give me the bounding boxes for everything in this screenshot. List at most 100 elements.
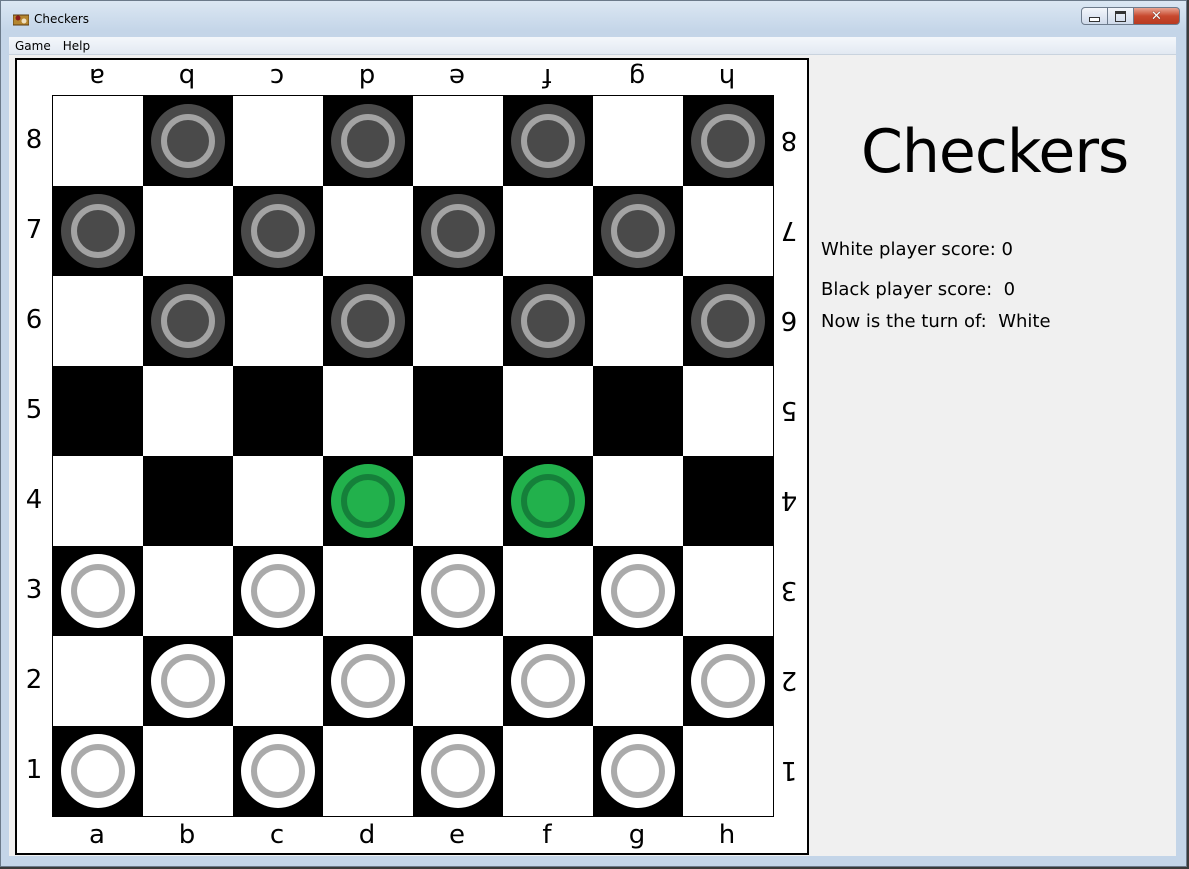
board-square-h8[interactable]	[683, 96, 773, 186]
black-checker-piece[interactable]	[241, 194, 315, 268]
board-square-a6[interactable]	[53, 276, 143, 366]
white-checker-piece[interactable]	[421, 554, 495, 628]
board-square-a1[interactable]	[53, 726, 143, 816]
board-square-e2[interactable]	[413, 636, 503, 726]
board-square-a5[interactable]	[53, 366, 143, 456]
board-square-h6[interactable]	[683, 276, 773, 366]
file-label-bottom: d	[358, 820, 376, 850]
board-square-f4[interactable]	[503, 456, 593, 546]
board-square-a3[interactable]	[53, 546, 143, 636]
board-square-f2[interactable]	[503, 636, 593, 726]
board-square-e3[interactable]	[413, 546, 503, 636]
black-checker-piece[interactable]	[421, 194, 495, 268]
board-square-c6[interactable]	[233, 276, 323, 366]
title-bar[interactable]: Checkers ✕	[1, 1, 1186, 37]
board-square-d3[interactable]	[323, 546, 413, 636]
black-checker-piece[interactable]	[331, 284, 405, 358]
board-square-e1[interactable]	[413, 726, 503, 816]
board-square-g7[interactable]	[593, 186, 683, 276]
board-square-h1[interactable]	[683, 726, 773, 816]
white-checker-piece[interactable]	[601, 554, 675, 628]
black-checker-piece[interactable]	[511, 104, 585, 178]
board-square-a4[interactable]	[53, 456, 143, 546]
board-square-f8[interactable]	[503, 96, 593, 186]
board-square-f1[interactable]	[503, 726, 593, 816]
board-square-b6[interactable]	[143, 276, 233, 366]
black-checker-piece[interactable]	[511, 284, 585, 358]
white-checker-piece[interactable]	[61, 554, 135, 628]
board-square-a2[interactable]	[53, 636, 143, 726]
board-square-e4[interactable]	[413, 456, 503, 546]
board-square-c7[interactable]	[233, 186, 323, 276]
black-checker-piece[interactable]	[151, 104, 225, 178]
board-square-g2[interactable]	[593, 636, 683, 726]
board-square-h7[interactable]	[683, 186, 773, 276]
menu-game[interactable]: Game	[9, 39, 57, 53]
board-square-b2[interactable]	[143, 636, 233, 726]
white-checker-piece[interactable]	[511, 644, 585, 718]
board-square-g1[interactable]	[593, 726, 683, 816]
board-square-f7[interactable]	[503, 186, 593, 276]
white-checker-piece[interactable]	[241, 734, 315, 808]
board-square-b4[interactable]	[143, 456, 233, 546]
black-checker-piece[interactable]	[691, 284, 765, 358]
board-square-g8[interactable]	[593, 96, 683, 186]
board-square-b7[interactable]	[143, 186, 233, 276]
white-checker-piece[interactable]	[151, 644, 225, 718]
board-square-c8[interactable]	[233, 96, 323, 186]
board-square-c1[interactable]	[233, 726, 323, 816]
board-square-d8[interactable]	[323, 96, 413, 186]
board-square-h2[interactable]	[683, 636, 773, 726]
minimize-button[interactable]	[1081, 7, 1108, 25]
black-checker-piece[interactable]	[601, 194, 675, 268]
move-target-marker[interactable]	[331, 464, 405, 538]
board-square-h3[interactable]	[683, 546, 773, 636]
white-checker-piece[interactable]	[61, 734, 135, 808]
board-square-d5[interactable]	[323, 366, 413, 456]
white-checker-piece[interactable]	[601, 734, 675, 808]
menu-help[interactable]: Help	[57, 39, 96, 53]
board-square-e7[interactable]	[413, 186, 503, 276]
board-square-g6[interactable]	[593, 276, 683, 366]
board-square-h5[interactable]	[683, 366, 773, 456]
board-square-c4[interactable]	[233, 456, 323, 546]
board-square-b5[interactable]	[143, 366, 233, 456]
board-square-c3[interactable]	[233, 546, 323, 636]
board-square-c2[interactable]	[233, 636, 323, 726]
board-square-e8[interactable]	[413, 96, 503, 186]
white-checker-piece[interactable]	[241, 554, 315, 628]
board-square-d6[interactable]	[323, 276, 413, 366]
black-checker-piece[interactable]	[61, 194, 135, 268]
black-checker-piece[interactable]	[151, 284, 225, 358]
board-square-f3[interactable]	[503, 546, 593, 636]
board-square-c5[interactable]	[233, 366, 323, 456]
board-square-d4[interactable]	[323, 456, 413, 546]
board-square-b1[interactable]	[143, 726, 233, 816]
board-square-h4[interactable]	[683, 456, 773, 546]
maximize-button[interactable]	[1108, 7, 1134, 25]
file-label-top: a	[89, 62, 105, 92]
board-square-d7[interactable]	[323, 186, 413, 276]
board-square-e5[interactable]	[413, 366, 503, 456]
board-square-g4[interactable]	[593, 456, 683, 546]
board-square-d2[interactable]	[323, 636, 413, 726]
board-square-f6[interactable]	[503, 276, 593, 366]
board-square-g5[interactable]	[593, 366, 683, 456]
close-button[interactable]: ✕	[1134, 7, 1180, 25]
board-square-b8[interactable]	[143, 96, 233, 186]
rank-label-right: 7	[780, 215, 798, 245]
black-checker-piece[interactable]	[691, 104, 765, 178]
black-checker-piece[interactable]	[331, 104, 405, 178]
white-score-value: 0	[1001, 239, 1013, 260]
white-checker-piece[interactable]	[331, 644, 405, 718]
board-square-a8[interactable]	[53, 96, 143, 186]
board-square-b3[interactable]	[143, 546, 233, 636]
move-target-marker[interactable]	[511, 464, 585, 538]
board-square-a7[interactable]	[53, 186, 143, 276]
white-checker-piece[interactable]	[421, 734, 495, 808]
board-square-g3[interactable]	[593, 546, 683, 636]
board-square-e6[interactable]	[413, 276, 503, 366]
white-checker-piece[interactable]	[691, 644, 765, 718]
board-square-d1[interactable]	[323, 726, 413, 816]
board-square-f5[interactable]	[503, 366, 593, 456]
